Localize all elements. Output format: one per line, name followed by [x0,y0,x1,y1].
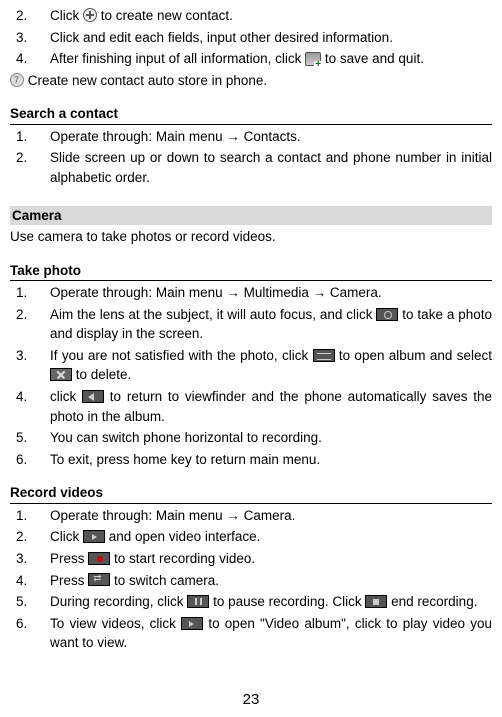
list-item: 2.Click and open video interface. [10,527,492,547]
section-camera-title: Camera [10,206,492,226]
save-icon [305,52,321,66]
step-number: 5. [10,428,50,448]
pause-icon [187,595,209,608]
list-item: 1.Operate through: Main menu → Camera. [10,506,492,526]
list-item: 2.Click to create new contact. [10,6,492,26]
switch-icon [88,573,110,586]
step-text: Operate through: Main menu → Multimedia … [50,283,492,303]
step-text: Aim the lens at the subject, it will aut… [50,305,492,344]
tip-text: Create new contact auto store in phone. [24,73,267,88]
step-number: 6. [10,614,50,653]
tip-icon [10,73,24,87]
delete-icon [50,368,72,381]
step-text: If you are not satisfied with the photo,… [50,346,492,385]
step-number: 1. [10,506,50,526]
step-text: To view videos, click to open "Video alb… [50,614,492,653]
list-item: 2.Aim the lens at the subject, it will a… [10,305,492,344]
vidalbum-icon [181,617,203,630]
step-text: Press to switch camera. [50,571,492,591]
list-item: 6.To view videos, click to open "Video a… [10,614,492,653]
list-item: 3.Click and edit each fields, input othe… [10,28,492,48]
video-icon [83,530,105,543]
page-number: 23 [0,689,502,711]
step-number: 4. [10,571,50,591]
step-number: 2. [10,527,50,547]
step-number: 3. [10,346,50,385]
list-item: 1.Operate through: Main menu → Contacts. [10,127,492,147]
step-text: To exit, press home key to return main m… [50,450,492,470]
step-text: Press to start recording video. [50,549,492,569]
album-icon [313,349,335,362]
list-item: 4.After finishing input of all informati… [10,49,492,69]
step-text: Click and open video interface. [50,527,492,547]
list-item: 3.Press to start recording video. [10,549,492,569]
step-number: 5. [10,592,50,612]
tip-note: Create new contact auto store in phone. [10,71,492,91]
step-text: Operate through: Main menu → Camera. [50,506,492,526]
step-number: 1. [10,127,50,147]
list-item: 3.If you are not satisfied with the phot… [10,346,492,385]
step-number: 2. [10,305,50,344]
list-item: 4.Press to switch camera. [10,571,492,591]
step-number: 3. [10,549,50,569]
step-number: 6. [10,450,50,470]
step-number: 3. [10,28,50,48]
list-item: 6.To exit, press home key to return main… [10,450,492,470]
step-text: You can switch phone horizontal to recor… [50,428,492,448]
step-text: Operate through: Main menu → Contacts. [50,127,492,147]
list-item: 5.You can switch phone horizontal to rec… [10,428,492,448]
list-item: 5.During recording, click to pause recor… [10,592,492,612]
add-icon [83,8,97,22]
section-take-photo-title: Take photo [10,261,492,282]
step-text: Click to create new contact. [50,6,492,26]
step-number: 2. [10,6,50,26]
end-icon [365,595,387,608]
step-number: 2. [10,148,50,187]
list-item: 4.click to return to viewfinder and the … [10,387,492,426]
back-icon [82,390,104,403]
step-text: click to return to viewfinder and the ph… [50,387,492,426]
step-number: 4. [10,49,50,69]
step-text: Click and edit each fields, input other … [50,28,492,48]
step-text: Slide screen up or down to search a cont… [50,148,492,187]
camera-intro: Use camera to take photos or record vide… [10,227,492,247]
list-item: 1.Operate through: Main menu → Multimedi… [10,283,492,303]
rec-icon [88,552,110,565]
section-search-title: Search a contact [10,104,492,125]
step-number: 4. [10,387,50,426]
step-text: During recording, click to pause recordi… [50,592,492,612]
camera-icon [376,308,398,321]
step-text: After finishing input of all information… [50,49,492,69]
step-number: 1. [10,283,50,303]
section-record-title: Record videos [10,483,492,504]
list-item: 2.Slide screen up or down to search a co… [10,148,492,187]
